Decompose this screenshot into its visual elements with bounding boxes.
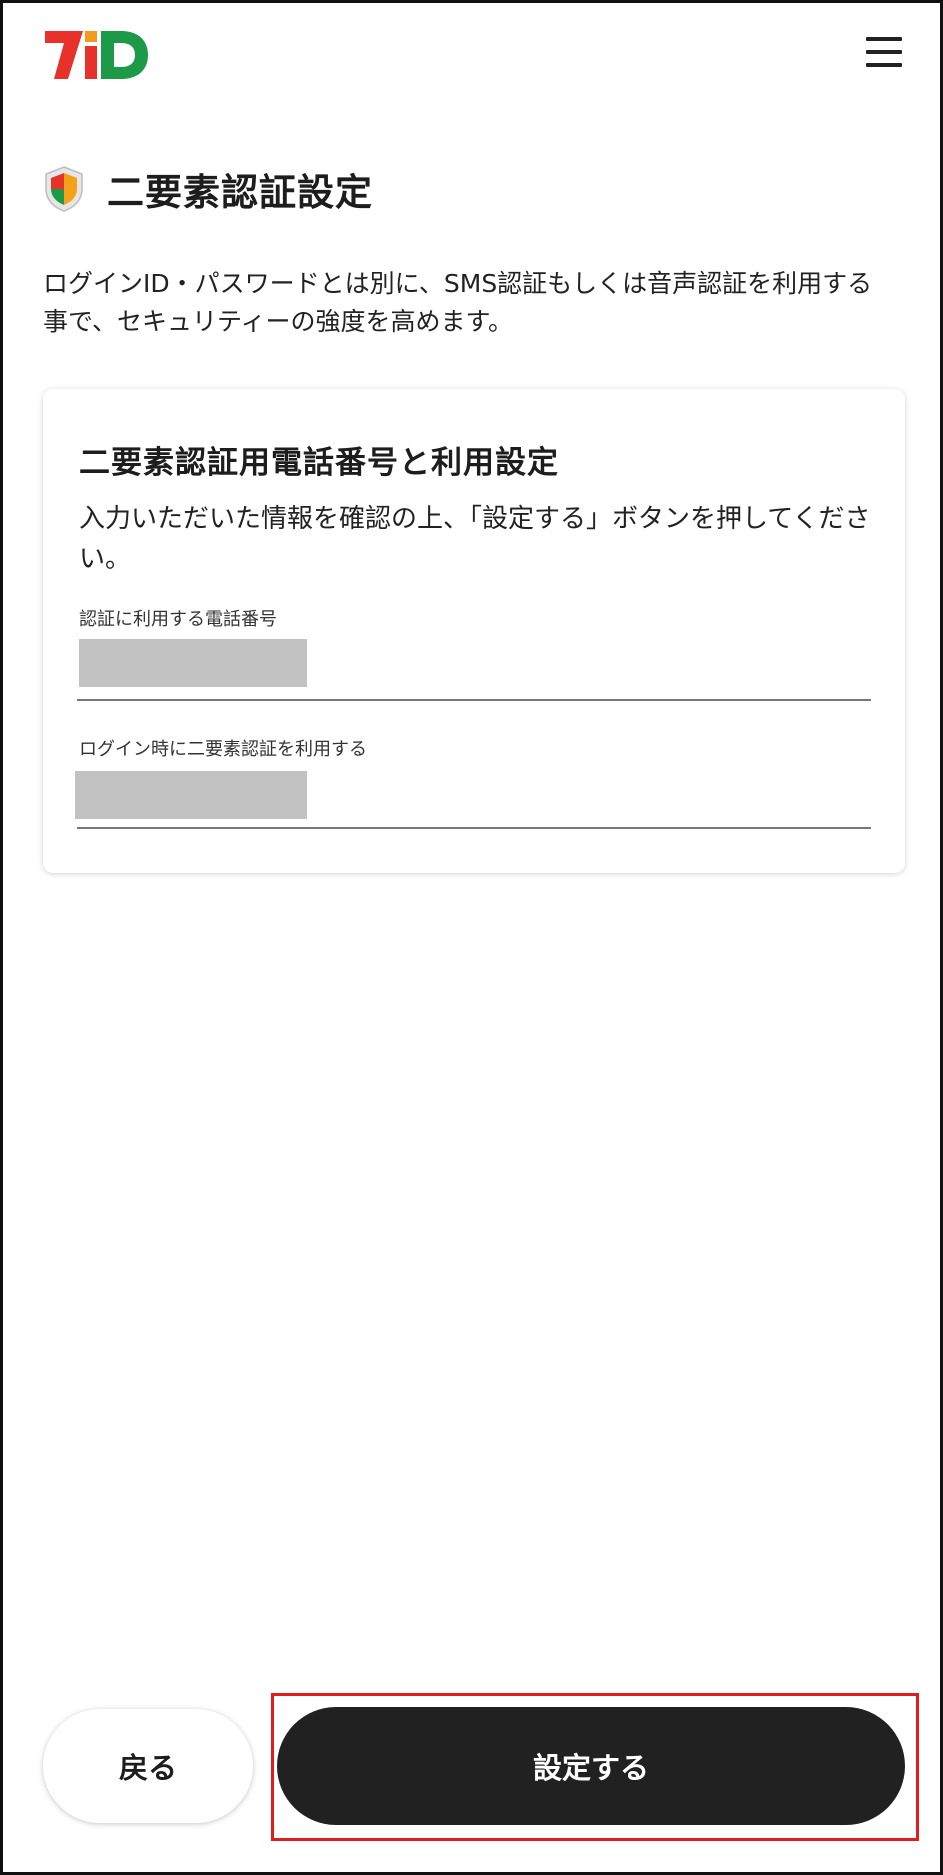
page-title: 二要素認証設定	[107, 171, 373, 214]
shield-icon	[45, 166, 83, 212]
page-title-row: 二要素認証設定	[43, 161, 373, 217]
back-button[interactable]: 戻る	[43, 1709, 253, 1823]
submit-settings-button[interactable]: 設定する	[277, 1707, 905, 1825]
hamburger-menu-icon[interactable]	[863, 33, 905, 73]
settings-card: 二要素認証用電話番号と利用設定 入力いただいた情報を確認の上、「設定する」ボタン…	[43, 389, 905, 873]
card-title: 二要素認証用電話番号と利用設定	[79, 445, 559, 481]
two-factor-login-underline	[77, 827, 871, 829]
phone-number-value	[79, 639, 307, 687]
intro-line-2: 事で、セキュリティーの強度を高めます。	[43, 307, 514, 336]
intro-text: ログインID・パスワードとは別に、SMS認証もしくは音声認証を利用する 事で、セ…	[43, 265, 903, 341]
card-desc-line-2: い。	[79, 544, 132, 574]
seven-id-logo[interactable]	[43, 29, 149, 81]
app-frame: 二要素認証設定 ログインID・パスワードとは別に、SMS認証もしくは音声認証を利…	[0, 0, 943, 1875]
two-factor-login-value	[75, 771, 307, 819]
intro-line-1: ログインID・パスワードとは別に、SMS認証もしくは音声認証を利用する	[43, 269, 873, 298]
card-description: 入力いただいた情報を確認の上、「設定する」ボタンを押してくださ い。	[79, 499, 879, 579]
phone-number-label: 認証に利用する電話番号	[79, 609, 277, 630]
phone-number-underline	[77, 699, 871, 701]
card-desc-line-1: 入力いただいた情報を確認の上、「設定する」ボタンを押してくださ	[79, 504, 871, 534]
two-factor-login-label: ログイン時に二要素認証を利用する	[79, 739, 367, 760]
